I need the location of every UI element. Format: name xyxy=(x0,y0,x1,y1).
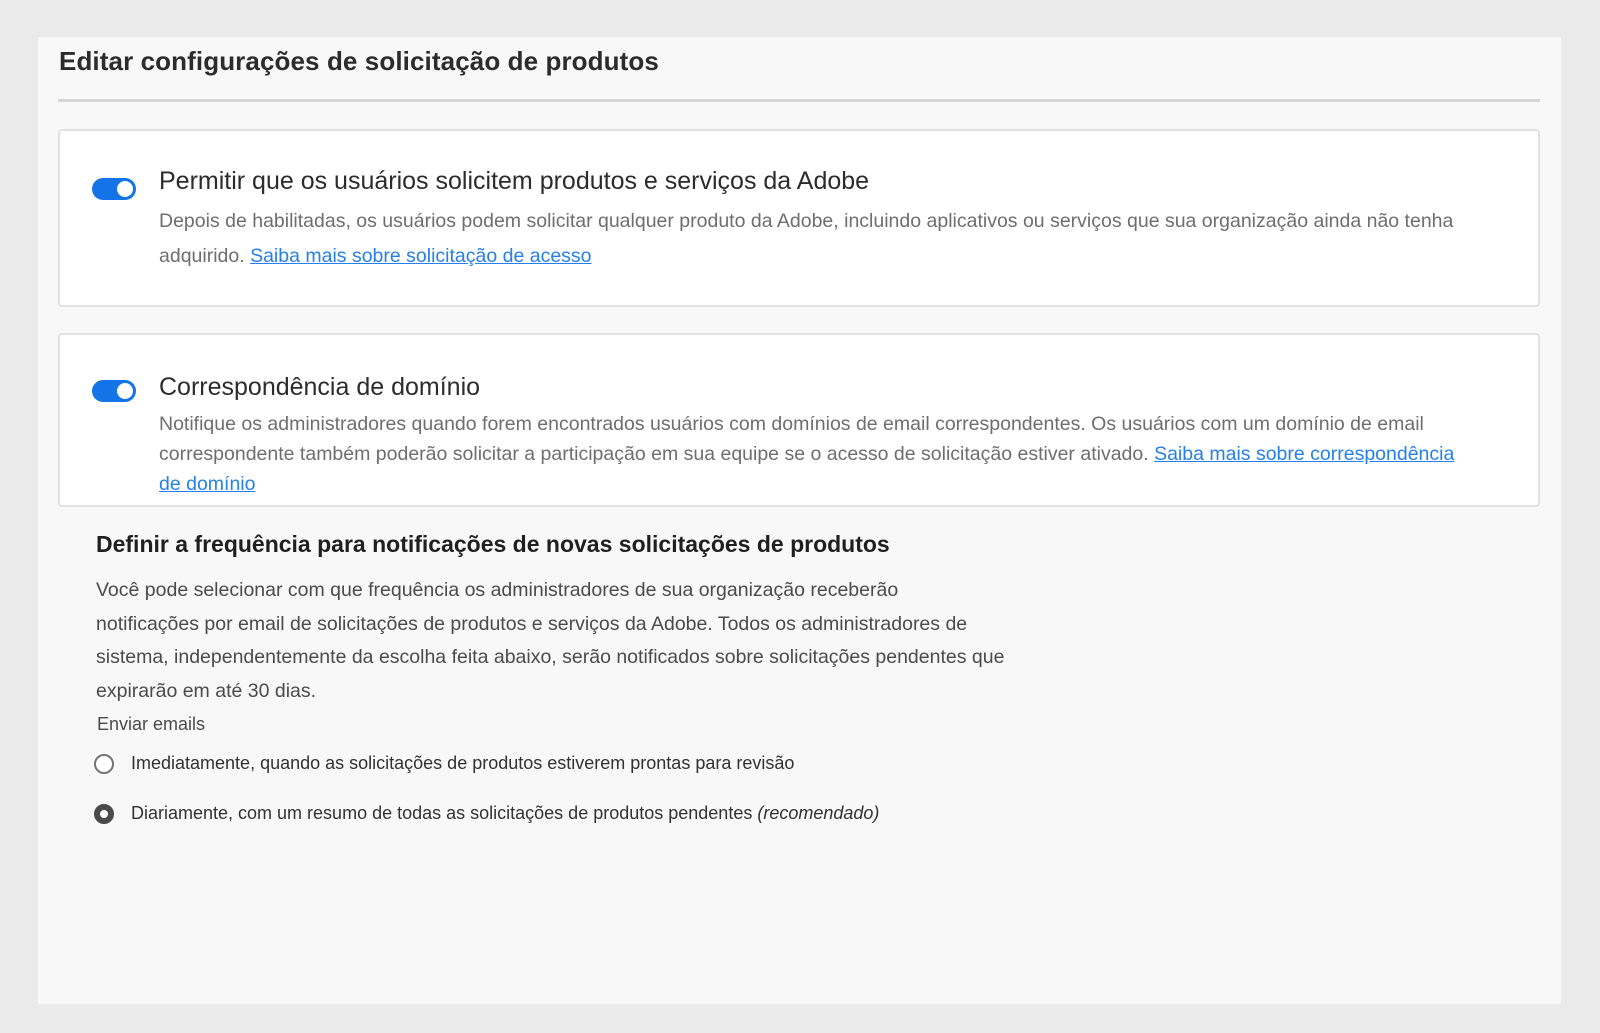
radio-option-daily[interactable]: Diariamente, com um resumo de todas as s… xyxy=(94,803,879,824)
frequency-description: Você pode selecionar com que frequência … xyxy=(96,579,1005,702)
radio-label-daily-text: Diariamente, com um resumo de todas as s… xyxy=(131,803,753,823)
request-access-card: Permitir que os usuários solicitem produ… xyxy=(58,129,1540,307)
toggle-knob xyxy=(117,181,133,197)
send-emails-label: Enviar emails xyxy=(97,714,206,734)
radio-label-daily: Diariamente, com um resumo de todas as s… xyxy=(131,803,879,824)
radio-option-immediately[interactable]: Imediatamente, quando as solicitações de… xyxy=(94,753,794,774)
frequency-title: Definir a frequência para notificações d… xyxy=(96,531,890,557)
domain-matching-card: Correspondência de domínio Notifique os … xyxy=(58,333,1540,507)
request-access-title: Permitir que os usuários solicitem produ… xyxy=(159,167,870,195)
toggle-knob xyxy=(117,383,133,399)
title-divider xyxy=(58,99,1540,102)
settings-panel: Editar configurações de solicitação de p… xyxy=(38,37,1561,1004)
radio-label-immediately: Imediatamente, quando as solicitações de… xyxy=(131,753,795,773)
request-access-learn-more-link[interactable]: Saiba mais sobre solicitação de acesso xyxy=(250,245,591,267)
radio-button-immediately[interactable] xyxy=(94,753,114,774)
domain-matching-description: Notifique os administradores quando fore… xyxy=(159,409,1459,499)
request-access-description: Depois de habilitadas, os usuários podem… xyxy=(159,204,1499,274)
domain-matching-title: Correspondência de domínio xyxy=(159,373,481,401)
request-access-toggle[interactable] xyxy=(92,178,136,200)
recommended-note: (recomendado) xyxy=(757,803,880,823)
domain-matching-toggle[interactable] xyxy=(92,380,136,402)
radio-button-daily[interactable] xyxy=(94,803,114,824)
page-title: Editar configurações de solicitação de p… xyxy=(59,46,659,76)
